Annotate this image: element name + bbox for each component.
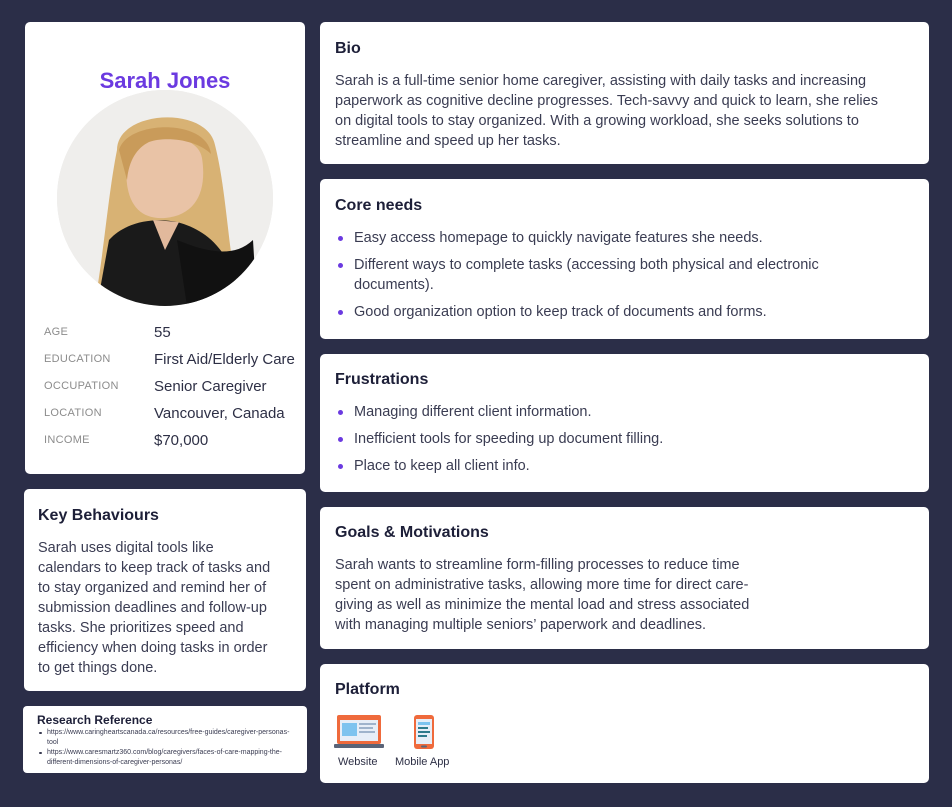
attr-value: Vancouver, Canada xyxy=(154,405,285,422)
smartphone-icon xyxy=(414,715,434,749)
reference-link[interactable]: https://www.caringheartscanada.ca/resour… xyxy=(37,728,297,747)
attr-value: Senior Caregiver xyxy=(154,378,267,395)
text-line: paperwork as cognitive decline progresse… xyxy=(335,93,878,109)
text-line: calendars to keep track of tasks and xyxy=(38,560,271,576)
attr-income: INCOME $70,000 xyxy=(44,432,295,452)
text-line: spent on administrative tasks, allowing … xyxy=(335,577,749,593)
list-item: Easy access homepage to quickly navigate… xyxy=(335,228,869,248)
avatar xyxy=(57,90,273,306)
section-title: Bio xyxy=(335,40,361,57)
attr-occupation: OCCUPATION Senior Caregiver xyxy=(44,378,295,398)
bio-card: Bio Sarah is a full-time senior home car… xyxy=(320,22,929,164)
laptop-icon xyxy=(334,715,384,748)
text-line: Sarah uses digital tools like xyxy=(38,540,214,556)
attr-value: $70,000 xyxy=(154,432,209,449)
section-title: Platform xyxy=(335,681,400,698)
platform-label-website: Website xyxy=(338,756,378,768)
text-line: on digital tools to stay organized. With… xyxy=(335,113,859,129)
text-line: submission deadlines and follow-up xyxy=(38,600,267,616)
text-line: efficiency when doing tasks in order xyxy=(38,640,268,656)
reference-list: https://www.caringheartscanada.ca/resour… xyxy=(37,728,297,768)
attr-label: LOCATION xyxy=(44,407,102,419)
text-line: to get things done. xyxy=(38,660,158,676)
research-reference-card: Research Reference https://www.caringhea… xyxy=(23,706,307,773)
attr-value: 55 xyxy=(154,324,171,341)
key-behaviours-text: Sarah uses digital tools like calendars … xyxy=(38,538,270,678)
list-item: Managing different client information. xyxy=(335,402,909,422)
attr-value: First Aid/Elderly Care xyxy=(154,351,295,368)
attr-age: AGE 55 xyxy=(44,324,295,344)
list-item: Inefficient tools for speeding up docume… xyxy=(335,429,909,449)
attr-label: AGE xyxy=(44,326,69,338)
frustrations-card: Frustrations Managing different client i… xyxy=(320,354,929,492)
text-line: Sarah wants to streamline form-filling p… xyxy=(335,557,740,573)
core-needs-card: Core needs Easy access homepage to quick… xyxy=(320,179,929,339)
section-title: Frustrations xyxy=(335,371,429,388)
goals-card: Goals & Motivations Sarah wants to strea… xyxy=(320,507,929,649)
section-title: Key Behaviours xyxy=(38,507,159,524)
attr-label: OCCUPATION xyxy=(44,380,119,392)
text-line: to stay organized and remind her of xyxy=(38,580,267,596)
frustrations-list: Managing different client information. I… xyxy=(335,402,909,483)
reference-link[interactable]: https://www.caresmartz360.com/blog/careg… xyxy=(37,748,297,767)
attr-label: EDUCATION xyxy=(44,353,111,365)
profile-card: Sarah Jones AGE 55 EDUCATION First Aid/E… xyxy=(25,22,305,474)
section-title: Core needs xyxy=(335,197,423,214)
text-line: with managing multiple seniors’ paperwor… xyxy=(335,617,707,633)
platform-card: Platform Website Mobile App xyxy=(320,664,929,783)
text-line: streamline and speed up her tasks. xyxy=(335,133,561,149)
portrait-image xyxy=(57,90,273,306)
section-title: Goals & Motivations xyxy=(335,524,489,541)
attr-education: EDUCATION First Aid/Elderly Care xyxy=(44,351,295,371)
platform-label-mobile-app: Mobile App xyxy=(395,756,450,768)
bio-text: Sarah is a full-time senior home caregiv… xyxy=(335,71,878,151)
core-needs-list: Easy access homepage to quickly navigate… xyxy=(335,228,869,329)
attr-location: LOCATION Vancouver, Canada xyxy=(44,405,295,425)
list-item: Place to keep all client info. xyxy=(335,456,909,476)
list-item: Different ways to complete tasks (access… xyxy=(335,255,869,295)
list-item: Good organization option to keep track o… xyxy=(335,302,869,322)
text-line: giving as well as minimize the mental lo… xyxy=(335,597,750,613)
text-line: tasks. She prioritizes speed and xyxy=(38,620,244,636)
section-title: Research Reference xyxy=(37,713,153,727)
key-behaviours-card: Key Behaviours Sarah uses digital tools … xyxy=(24,489,306,691)
text-line: Sarah is a full-time senior home caregiv… xyxy=(335,73,867,89)
goals-text: Sarah wants to streamline form-filling p… xyxy=(335,555,749,635)
attr-label: INCOME xyxy=(44,434,90,446)
